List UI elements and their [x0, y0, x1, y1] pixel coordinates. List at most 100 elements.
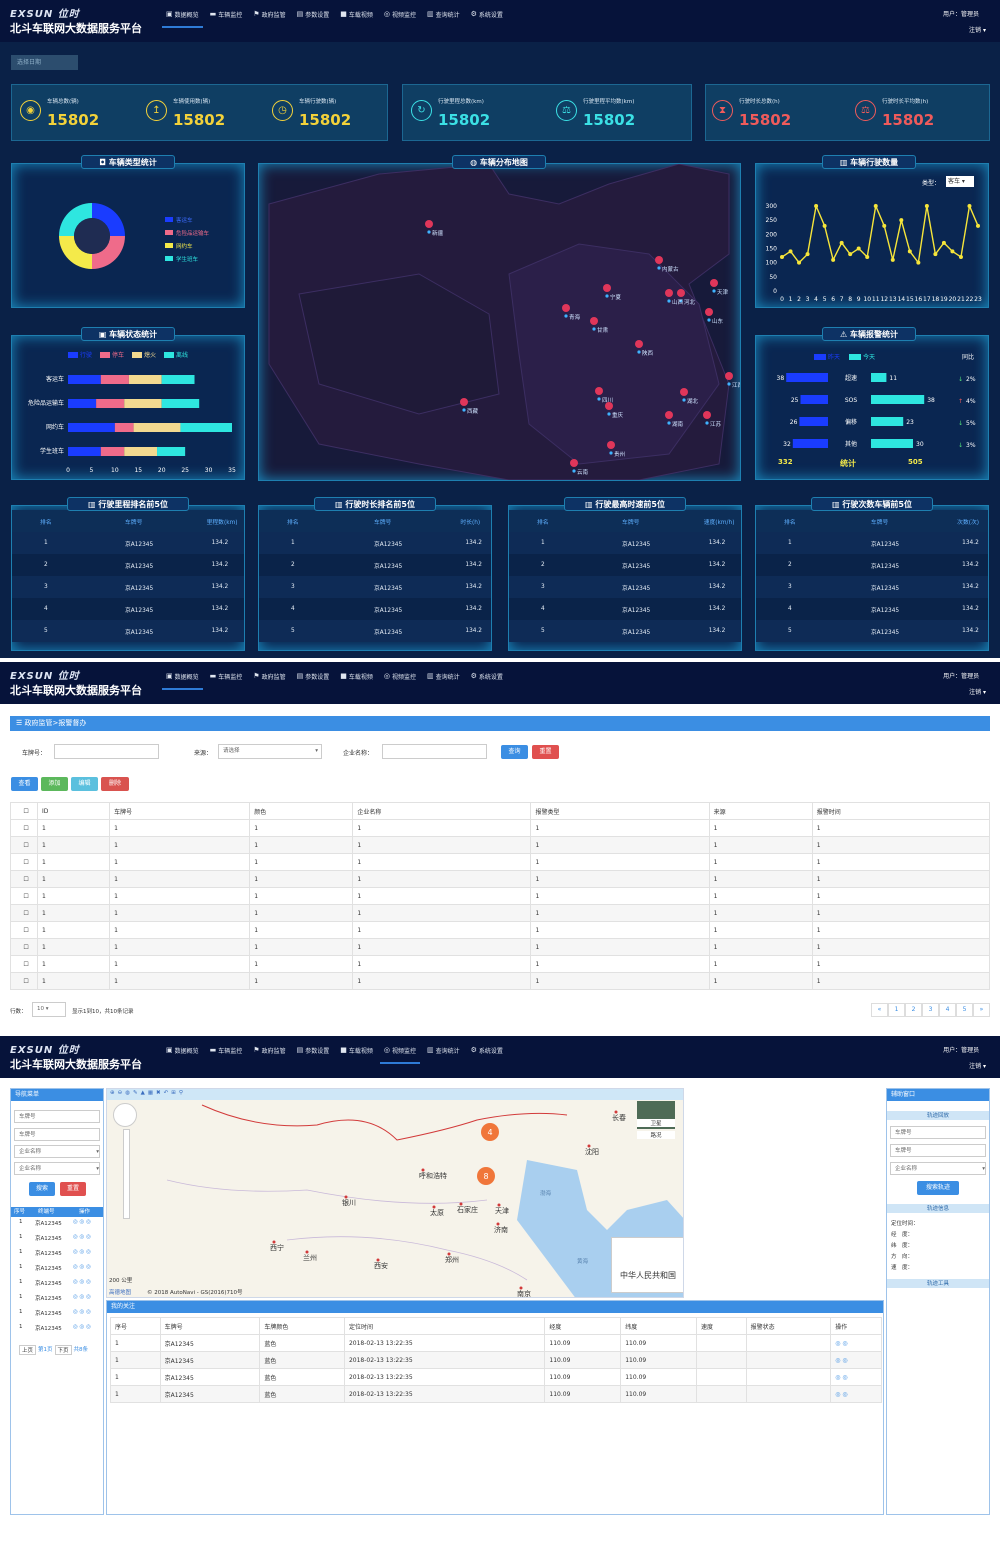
table-row[interactable]: 5 京A12345 134.2 [509, 620, 741, 642]
menu-video-monitor[interactable]: ◎ 视频监控 [384, 662, 416, 690]
logout-link[interactable]: 注销 ▾ [943, 1061, 986, 1070]
logout-link[interactable]: 注销 ▾ [943, 687, 986, 696]
map-pin[interactable] [677, 289, 685, 297]
table-row[interactable]: 3 京A12345 134.2 [259, 576, 491, 598]
menu-data-overview[interactable]: ▣ 数据概览 [162, 0, 203, 28]
row-checkbox[interactable]: ☐ [9, 819, 39, 837]
amap-view[interactable]: ⊕⊖◍✎▲▦✖↶⊞⚲ 长春 呼和浩特 沈阳 银川 太原 石家庄 天津 济南 西宁 兰州 西安 郑州 南京… [106, 1088, 684, 1298]
table-row[interactable]: 1 京A12345 蓝色 2018-02-13 13:22:35 110.09 110.0… [110, 1351, 882, 1369]
company-select-2[interactable]: 企业名称 ▾ [14, 1162, 100, 1175]
plate-input[interactable]: 车牌号 [14, 1110, 100, 1123]
list-item[interactable]: 1 京A12345 ◎ ◎ ◎ [11, 1249, 103, 1264]
column-header[interactable]: 报警类型 [530, 802, 710, 820]
table-row[interactable]: 3 京A12345 134.2 [12, 576, 244, 598]
locate-icon[interactable]: ◎ ◎ [830, 1368, 882, 1386]
row-checkbox[interactable]: ☐ [9, 836, 39, 854]
table-row[interactable]: ☐ 1 1 1 1 1 1 1 [9, 955, 991, 973]
map-tools-icon[interactable]: ⊕⊖◍✎▲▦✖↶⊞⚲ [110, 1090, 186, 1096]
map-pin[interactable] [655, 256, 663, 264]
column-header[interactable]: ID [37, 802, 111, 820]
satellite-toggle[interactable]: 卫星 [637, 1119, 675, 1127]
map-pin[interactable] [680, 388, 688, 396]
map-pin[interactable] [665, 411, 673, 419]
search-track-button[interactable]: 搜索轨迹 [917, 1181, 959, 1195]
table-row[interactable]: 4 京A12345 134.2 [756, 598, 988, 620]
menu-video-monitor[interactable]: ◎ 视频监控 [379, 1036, 421, 1064]
map-pin[interactable] [590, 317, 598, 325]
map-pan-control[interactable] [113, 1103, 137, 1127]
column-header[interactable]: 车牌号 [109, 802, 251, 820]
table-row[interactable]: ☐ 1 1 1 1 1 1 1 [9, 938, 991, 956]
table-row[interactable]: ☐ 1 1 1 1 1 1 1 [9, 921, 991, 939]
company-select-1[interactable]: 企业名称 ▾ [14, 1145, 100, 1158]
table-row[interactable]: 1 京A12345 蓝色 2018-02-13 13:22:35 110.09 110.0… [110, 1368, 882, 1386]
search-button[interactable]: 搜索 [29, 1182, 55, 1196]
source-select[interactable]: 请选择 ▾ [218, 744, 322, 759]
table-row[interactable]: ☐ 1 1 1 1 1 1 1 [9, 819, 991, 837]
column-header[interactable]: 颜色 [249, 802, 354, 820]
locate-icons[interactable]: ◎ ◎ ◎ [73, 1324, 91, 1330]
table-row[interactable]: 5 京A12345 134.2 [12, 620, 244, 642]
locate-icons[interactable]: ◎ ◎ ◎ [73, 1234, 91, 1240]
menu-params[interactable]: ▤ 参数设置 [297, 1036, 330, 1064]
menu-gov-supervision[interactable]: ⚑ 政府监管 [253, 1036, 285, 1064]
row-checkbox[interactable]: ☐ [9, 938, 39, 956]
map-pin[interactable] [705, 308, 713, 316]
page-link[interactable]: 4 [939, 1003, 956, 1017]
row-checkbox[interactable]: ☐ [9, 904, 39, 922]
menu-gov-supervision[interactable]: ⚑ 政府监管 [253, 0, 285, 28]
page-link[interactable]: 5 [956, 1003, 973, 1017]
locate-icons[interactable]: ◎ ◎ ◎ [73, 1219, 91, 1225]
map-pin[interactable] [635, 340, 643, 348]
menu-vehicle-video[interactable]: ■ 车载视频 [340, 662, 373, 690]
logout-link[interactable]: 注销 ▾ [943, 25, 986, 34]
table-row[interactable]: 2 京A12345 134.2 [509, 554, 741, 576]
locate-icons[interactable]: ◎ ◎ ◎ [73, 1249, 91, 1255]
map-pin[interactable] [562, 304, 570, 312]
table-row[interactable]: 2 京A12345 134.2 [259, 554, 491, 576]
map-pin[interactable] [570, 459, 578, 467]
menu-vehicle-monitor[interactable]: ▬ 车辆监控 [210, 0, 243, 28]
aux-company-select[interactable]: 企业名称 ▾ [890, 1162, 986, 1175]
map-pin[interactable] [725, 372, 733, 380]
select-all-checkbox[interactable]: ☐ [9, 802, 39, 820]
table-row[interactable]: ☐ 1 1 1 1 1 1 1 [9, 972, 991, 990]
page-link[interactable]: « [871, 1003, 888, 1017]
locate-icon[interactable]: ◎ ◎ [830, 1385, 882, 1403]
menu-query-stats[interactable]: ▥ 查询统计 [427, 662, 460, 690]
delete-button[interactable]: 删除 [101, 777, 129, 791]
menu-query-stats[interactable]: ▥ 查询统计 [427, 0, 460, 28]
traffic-toggle[interactable]: 路况 [637, 1131, 675, 1139]
prev-page[interactable]: 上页 [19, 1345, 37, 1355]
menu-vehicle-video[interactable]: ■ 车载视频 [340, 1036, 373, 1064]
table-row[interactable]: ☐ 1 1 1 1 1 1 1 [9, 887, 991, 905]
table-row[interactable]: 1 京A12345 134.2 [756, 532, 988, 554]
row-checkbox[interactable]: ☐ [9, 972, 39, 990]
menu-video-monitor[interactable]: ◎ 视频监控 [384, 0, 416, 28]
column-header[interactable]: 企业名称 [352, 802, 532, 820]
menu-data-overview[interactable]: ▣ 数据概览 [162, 662, 203, 690]
menu-vehicle-monitor[interactable]: ▬ 车辆监控 [210, 662, 243, 690]
list-item[interactable]: 1 京A12345 ◎ ◎ ◎ [11, 1294, 103, 1309]
row-checkbox[interactable]: ☐ [9, 887, 39, 905]
table-row[interactable]: 5 京A12345 134.2 [259, 620, 491, 642]
table-row[interactable]: 1 京A12345 134.2 [12, 532, 244, 554]
table-row[interactable]: 1 京A12345 134.2 [259, 532, 491, 554]
locate-icon[interactable]: ◎ ◎ [830, 1351, 882, 1369]
table-row[interactable]: 5 京A12345 134.2 [756, 620, 988, 642]
table-row[interactable]: ☐ 1 1 1 1 1 1 1 [9, 853, 991, 871]
view-button[interactable]: 查看 [11, 777, 38, 791]
locate-icons[interactable]: ◎ ◎ ◎ [73, 1264, 91, 1270]
list-item[interactable]: 1 京A12345 ◎ ◎ ◎ [11, 1234, 103, 1249]
table-row[interactable]: 4 京A12345 134.2 [259, 598, 491, 620]
page-link[interactable]: 1 [888, 1003, 905, 1017]
plate-input[interactable] [54, 744, 159, 759]
locate-icon[interactable]: ◎ ◎ [830, 1334, 882, 1352]
map-pin[interactable] [425, 220, 433, 228]
menu-query-stats[interactable]: ▥ 查询统计 [427, 1036, 460, 1064]
row-checkbox[interactable]: ☐ [9, 921, 39, 939]
map-pin[interactable] [665, 289, 673, 297]
company-input[interactable] [382, 744, 487, 759]
page-link[interactable]: » [973, 1003, 990, 1017]
map-pin[interactable] [703, 411, 711, 419]
